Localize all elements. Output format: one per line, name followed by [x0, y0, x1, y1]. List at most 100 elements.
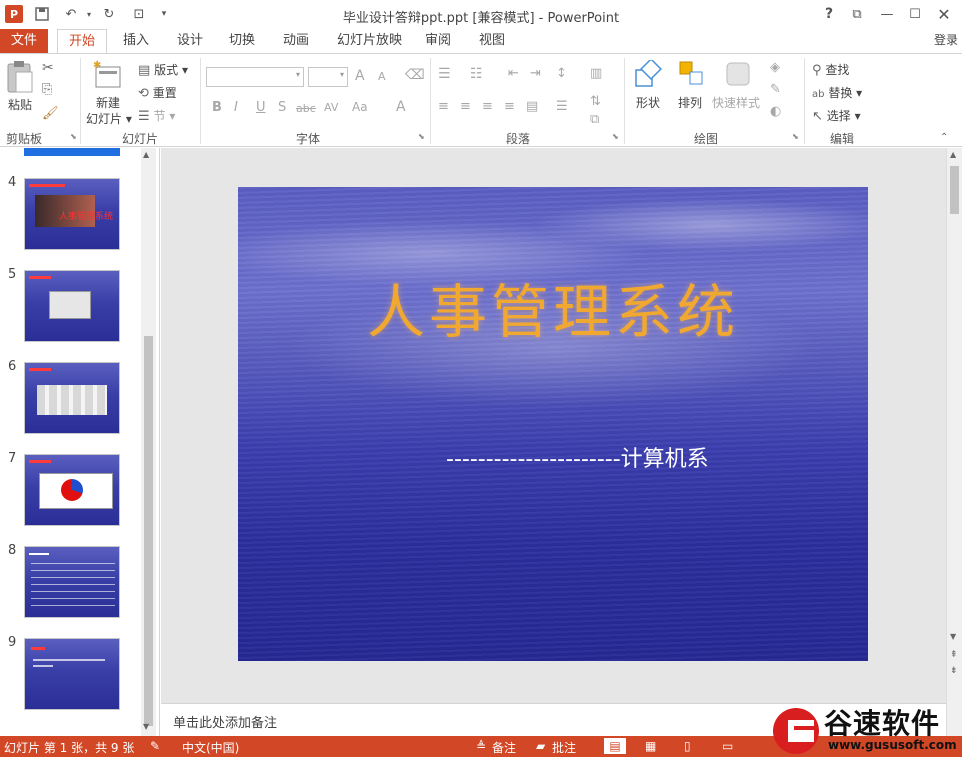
section-button[interactable]: ☰ 节 ▾ [138, 107, 175, 124]
text-direction-icon[interactable]: ⇅ [590, 94, 601, 109]
align-center-icon[interactable]: ≡ [460, 99, 471, 114]
slide-thumbnail-9[interactable] [24, 638, 120, 710]
help-icon[interactable]: ? [820, 5, 838, 23]
underline-button[interactable]: U [256, 100, 266, 115]
layout-button[interactable]: ▤ 版式 ▾ [138, 61, 188, 78]
quick-styles-icon[interactable] [724, 60, 754, 90]
align-left-icon[interactable]: ≡ [438, 99, 449, 114]
paste-button[interactable]: 粘贴 [8, 96, 32, 113]
font-family-combo[interactable]: ▾ [206, 67, 304, 87]
paste-icon[interactable] [4, 60, 36, 94]
new-slide-icon[interactable]: ✱ [92, 59, 124, 91]
shapes-icon[interactable] [634, 58, 664, 92]
ribbon-display-options-icon[interactable]: ⧉ [848, 5, 866, 23]
text-shadow-button[interactable]: S [278, 100, 286, 115]
format-painter-icon[interactable]: 🖌 [42, 106, 59, 121]
shrink-font-icon[interactable]: A [378, 70, 386, 83]
notes-placeholder[interactable]: 单击此处添加备注 [173, 712, 277, 731]
align-right-icon[interactable]: ≡ [482, 99, 493, 114]
scroll-up-icon[interactable]: ▲ [143, 150, 149, 159]
increase-indent-icon[interactable]: ⇥ [530, 66, 541, 81]
slide-thumbnail-4[interactable]: 人事管理系统 [24, 178, 120, 250]
sign-in-link[interactable]: 登录 [934, 31, 958, 48]
tab-home[interactable]: 开始 [57, 29, 108, 54]
character-spacing-button[interactable]: AV [324, 101, 338, 114]
shapes-button[interactable]: 形状 [636, 94, 660, 111]
slideshow-view-icon[interactable]: ▭ [722, 739, 733, 753]
scroll-down-icon[interactable]: ▼ [950, 632, 956, 641]
reading-view-icon[interactable]: ▯ [684, 739, 691, 753]
arrange-button[interactable]: 排列 [678, 94, 702, 111]
paragraph-launcher-icon[interactable]: ⬊ [612, 132, 619, 141]
close-icon[interactable]: ✕ [935, 5, 953, 24]
replace-button[interactable]: ab 替换 ▾ [812, 84, 862, 101]
shape-outline-icon[interactable]: ✎ [770, 82, 781, 97]
line-spacing-icon[interactable]: ↕ [556, 66, 567, 81]
shape-effects-icon[interactable]: ◐ [770, 104, 781, 119]
bullets-icon[interactable]: ☰ [438, 66, 451, 82]
slide-thumbnail-8[interactable] [24, 546, 120, 618]
spell-check-icon[interactable]: ✎ [150, 739, 160, 753]
slide-thumbnail-3-partial[interactable] [24, 148, 120, 156]
comments-toggle-icon[interactable]: ▰ [536, 739, 545, 753]
justify-icon[interactable]: ≡ [504, 99, 515, 114]
slide-title[interactable]: 人事管理系统 [238, 265, 868, 349]
slide-sorter-view-icon[interactable]: ▦ [645, 739, 656, 753]
clear-formatting-icon[interactable]: ⌫ [405, 67, 425, 83]
scroll-up-icon[interactable]: ▲ [950, 150, 956, 159]
slide-thumbnail-6[interactable] [24, 362, 120, 434]
select-button[interactable]: ↖ 选择 ▾ [812, 107, 861, 124]
distribute-icon[interactable]: ▤ [526, 99, 538, 114]
notes-toggle[interactable]: 备注 [492, 739, 516, 756]
thumbnail-scrollbar[interactable]: ▲ ▼ [141, 148, 156, 736]
tab-view[interactable]: 视图 [468, 29, 516, 53]
numbering-icon[interactable]: ☷ [470, 66, 483, 82]
minimize-icon[interactable]: — [878, 5, 896, 23]
notes-toggle-icon[interactable]: ≜ [476, 739, 486, 753]
scrollbar-thumb[interactable] [144, 336, 153, 726]
current-slide[interactable]: 人事管理系统 ----------------------计算机系 [238, 187, 868, 661]
font-color-button[interactable]: A [396, 99, 406, 115]
new-slide-dropdown[interactable]: 幻灯片 ▾ [86, 110, 132, 127]
tab-transitions[interactable]: 切换 [218, 29, 266, 53]
scrollbar-thumb[interactable] [950, 166, 959, 214]
language-status[interactable]: 中文(中国) [182, 739, 239, 756]
normal-view-icon[interactable]: ▤ [604, 738, 626, 754]
reset-button[interactable]: ⟲ 重置 [138, 84, 177, 101]
cut-icon[interactable]: ✂ [42, 60, 54, 76]
quick-styles-button[interactable]: 快速样式 [712, 94, 760, 111]
columns-icon[interactable]: ▥ [590, 66, 602, 81]
italic-button[interactable]: I [234, 100, 238, 115]
slide-thumbnail-7[interactable] [24, 454, 120, 526]
bold-button[interactable]: B [212, 100, 222, 115]
comments-toggle[interactable]: 批注 [552, 739, 576, 756]
strikethrough-button[interactable]: abc [296, 102, 316, 115]
drawing-launcher-icon[interactable]: ⬊ [792, 132, 799, 141]
tab-design[interactable]: 设计 [166, 29, 214, 53]
copy-icon[interactable]: ⎘ [42, 82, 52, 97]
tab-file[interactable]: 文件 [0, 29, 48, 53]
tab-review[interactable]: 审阅 [414, 29, 462, 53]
shape-fill-icon[interactable]: ◈ [770, 60, 780, 75]
grow-font-icon[interactable]: A [355, 68, 365, 84]
arrange-icon[interactable] [678, 60, 706, 90]
font-launcher-icon[interactable]: ⬊ [418, 132, 425, 141]
collapse-ribbon-icon[interactable]: ⌃ [940, 132, 948, 143]
align-text-icon[interactable]: ☰ [556, 99, 568, 114]
new-slide-label[interactable]: 新建 [96, 94, 120, 111]
scroll-down-icon[interactable]: ▼ [143, 722, 149, 731]
smartart-icon[interactable]: ⧉ [590, 112, 599, 127]
next-slide-icon[interactable]: ⇟ [950, 666, 958, 676]
change-case-button[interactable]: Aa [352, 100, 368, 114]
decrease-indent-icon[interactable]: ⇤ [508, 66, 519, 81]
font-size-combo[interactable]: ▾ [308, 67, 348, 87]
editor-scrollbar[interactable]: ▲ ▼ ⇞ ⇟ [946, 148, 962, 736]
previous-slide-icon[interactable]: ⇞ [950, 650, 958, 660]
tab-slideshow[interactable]: 幻灯片放映 [326, 29, 413, 53]
clipboard-launcher-icon[interactable]: ⬊ [70, 132, 77, 141]
find-button[interactable]: ⚲ 查找 [812, 61, 849, 78]
slide-subtitle[interactable]: ----------------------计算机系 [446, 441, 709, 473]
slide-thumbnail-5[interactable] [24, 270, 120, 342]
tab-insert[interactable]: 插入 [112, 29, 160, 53]
tab-animations[interactable]: 动画 [272, 29, 320, 53]
